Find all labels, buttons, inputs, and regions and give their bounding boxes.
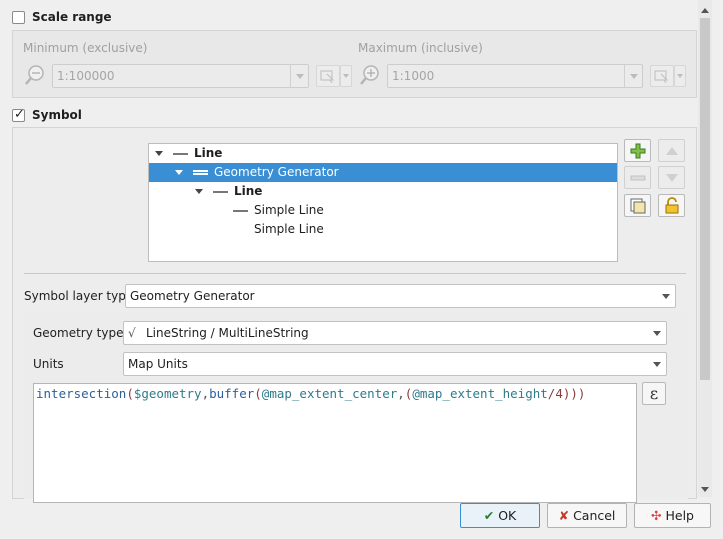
expression-builder-button[interactable]: ε [642, 382, 666, 405]
minimum-scale-label: Minimum (exclusive) [23, 41, 148, 55]
lock-icon [665, 197, 678, 214]
expression-paren: ( [254, 386, 262, 401]
expression-comma: , [397, 386, 405, 401]
checkmark-icon: ✓ [14, 107, 25, 122]
duplicate-icon [630, 198, 645, 214]
expression-number: 4 [555, 386, 563, 401]
cancel-button[interactable]: ✘ Cancel [547, 503, 627, 528]
help-button[interactable]: ✣ Help [634, 503, 711, 528]
expression-variable: $geometry [133, 386, 202, 401]
lock-color-button[interactable] [658, 194, 685, 217]
scroll-up-arrow[interactable] [701, 8, 709, 13]
move-down-button[interactable] [658, 166, 685, 189]
maximum-scale-combo[interactable]: 1:1000 [387, 64, 643, 88]
chevron-down-icon [657, 285, 675, 307]
expression-comma: , [201, 386, 210, 401]
line-symbol-icon [173, 153, 188, 155]
help-icon: ✣ [651, 508, 662, 523]
scale-range-title: Scale range [32, 10, 112, 24]
cancel-label: Cancel [573, 508, 616, 523]
tree-row-line[interactable]: Line [149, 144, 617, 163]
scale-range-checkbox[interactable] [12, 11, 25, 24]
tree-row-label: Line [234, 184, 263, 198]
symbol-layer-type-label: Symbol layer type [24, 289, 134, 303]
arrow-down-icon [665, 174, 678, 182]
ok-icon: ✔ [483, 508, 495, 523]
geometry-type-combo[interactable]: √ LineString / MultiLineString [123, 321, 667, 345]
units-combo[interactable]: Map Units [123, 352, 667, 376]
chevron-down-icon [290, 65, 308, 87]
help-label: Help [665, 508, 694, 523]
caret-down-icon [155, 151, 163, 156]
expression-variable: @map_extent_height [412, 386, 548, 401]
tree-row-label: Simple Line [254, 222, 324, 236]
move-up-button[interactable] [658, 139, 685, 162]
duplicate-layer-button[interactable] [624, 194, 651, 217]
caret-down-icon [195, 189, 203, 194]
tree-row-label: Geometry Generator [214, 165, 339, 179]
tree-row-label: Line [194, 146, 223, 160]
minimum-scale-menu-button[interactable] [340, 65, 352, 87]
minimum-scale-combo[interactable]: 1:100000 [52, 64, 309, 88]
tree-row-simple-line-2[interactable]: Simple Line [149, 220, 617, 239]
symbol-layer-type-value: Geometry Generator [130, 289, 255, 303]
expression-paren: ( [126, 386, 134, 401]
line-symbol-icon [213, 191, 228, 193]
tree-row-line-nested[interactable]: Line [149, 182, 617, 201]
vertical-scrollbar[interactable] [698, 0, 712, 497]
arrow-up-icon [665, 147, 678, 155]
expression-function: buffer [209, 386, 255, 401]
chevron-down-icon [648, 353, 666, 375]
minus-icon [630, 175, 645, 181]
cancel-icon: ✘ [558, 508, 570, 523]
symbol-layer-type-combo[interactable]: Geometry Generator [125, 284, 676, 308]
expression-editor[interactable]: intersection($geometry,buffer(@map_exten… [33, 383, 637, 503]
add-layer-button[interactable] [624, 139, 651, 162]
geometry-type-value: LineString / MultiLineString [146, 326, 309, 340]
scrollbar-thumb[interactable] [700, 18, 710, 380]
geometry-generator-icon [193, 170, 208, 175]
minimum-current-scale-button[interactable] [316, 65, 340, 87]
expression-function: intersection [36, 386, 127, 401]
chevron-down-icon [624, 65, 642, 87]
geometry-type-label: Geometry type [33, 326, 124, 340]
maximum-scale-value: 1:1000 [392, 69, 435, 83]
divider [24, 273, 686, 274]
minimum-scale-value: 1:100000 [57, 69, 115, 83]
maximum-scale-label: Maximum (inclusive) [358, 41, 483, 55]
linestring-icon: √ [128, 326, 136, 340]
zoom-in-icon [359, 64, 381, 86]
zoom-out-icon [24, 64, 46, 86]
expression-paren: ))) [562, 386, 586, 401]
remove-layer-button[interactable] [624, 166, 651, 189]
units-value: Map Units [128, 357, 188, 371]
ok-label: OK [498, 508, 517, 523]
scroll-down-arrow[interactable] [701, 487, 709, 492]
symbol-title: Symbol [32, 108, 82, 122]
maximum-scale-menu-button[interactable] [674, 65, 686, 87]
plus-icon [630, 143, 645, 159]
tree-row-label: Simple Line [254, 203, 324, 217]
tree-row-simple-line-1[interactable]: Simple Line [149, 201, 617, 220]
maximum-current-scale-button[interactable] [650, 65, 674, 87]
simple-line-icon [233, 210, 248, 212]
chevron-down-icon [648, 322, 666, 344]
units-label: Units [33, 357, 64, 371]
epsilon-icon: ε [649, 384, 659, 403]
symbol-layer-tree[interactable]: Line Geometry Generator Line Simple Line… [148, 143, 618, 262]
tree-row-geometry-generator[interactable]: Geometry Generator [149, 163, 617, 182]
symbol-checkbox[interactable]: ✓ [12, 107, 25, 122]
caret-down-icon [175, 170, 183, 175]
ok-button[interactable]: ✔ OK [460, 503, 540, 528]
expression-variable: @map_extent_center [261, 386, 398, 401]
